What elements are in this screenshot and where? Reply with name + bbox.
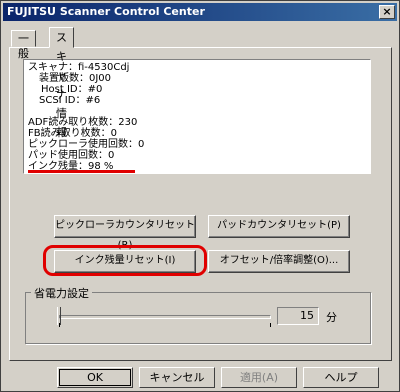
scanner-model: スキャナ：fi-4530Cdj [28,62,130,73]
tab-scanner-info[interactable]: スキャナ情報 [49,27,74,139]
dialog-window: FUJITSU Scanner Control Center × 一般 スキャナ… [0,0,400,392]
pickroller-reset-button[interactable]: ピックローラカウンタリセット(R) [54,215,196,251]
slider-tick [59,323,60,327]
pad-reset-button[interactable]: パッドカウンタリセット(P) [208,215,350,238]
apply-button[interactable]: 適用(A) [221,367,297,388]
tab-general[interactable]: 一般 [11,30,36,60]
ink-level-highlight [28,170,135,173]
power-save-value[interactable]: 15 [277,307,319,325]
firmware-version: 装置版数：0J00 [39,73,112,84]
button-bar: OK キャンセル 適用(A) ヘルプ [1,363,399,391]
close-icon[interactable]: × [379,5,395,19]
power-save-unit: 分 [326,311,337,324]
cancel-button[interactable]: キャンセル [139,367,215,388]
ok-button[interactable]: OK [57,367,133,388]
slider-tick [270,323,271,327]
scsi-id: SCSI ID：#6 [39,95,101,106]
offset-adjust-button[interactable]: オフセット/倍率調整(O)... [208,250,350,273]
help-button[interactable]: ヘルプ [303,367,379,388]
window-title: FUJITSU Scanner Control Center [7,5,205,18]
pickroller-count: ピックローラ使用回数：0 [28,139,145,150]
power-save-label: 省電力設定 [31,285,92,301]
power-save-slider[interactable] [59,315,271,319]
fb-count: FB読み取り枚数：0 [28,128,117,139]
title-bar: FUJITSU Scanner Control Center × [3,3,397,21]
scanner-info-box: スキャナ：fi-4530Cdj 装置版数：0J00 Host ID：#0 SCS… [23,59,371,174]
ink-reset-highlight [43,245,207,276]
adf-count: ADF読み取り枚数：230 [28,117,138,128]
host-id: Host ID：#0 [41,84,103,95]
pad-count: パッド使用回数：0 [28,150,115,161]
